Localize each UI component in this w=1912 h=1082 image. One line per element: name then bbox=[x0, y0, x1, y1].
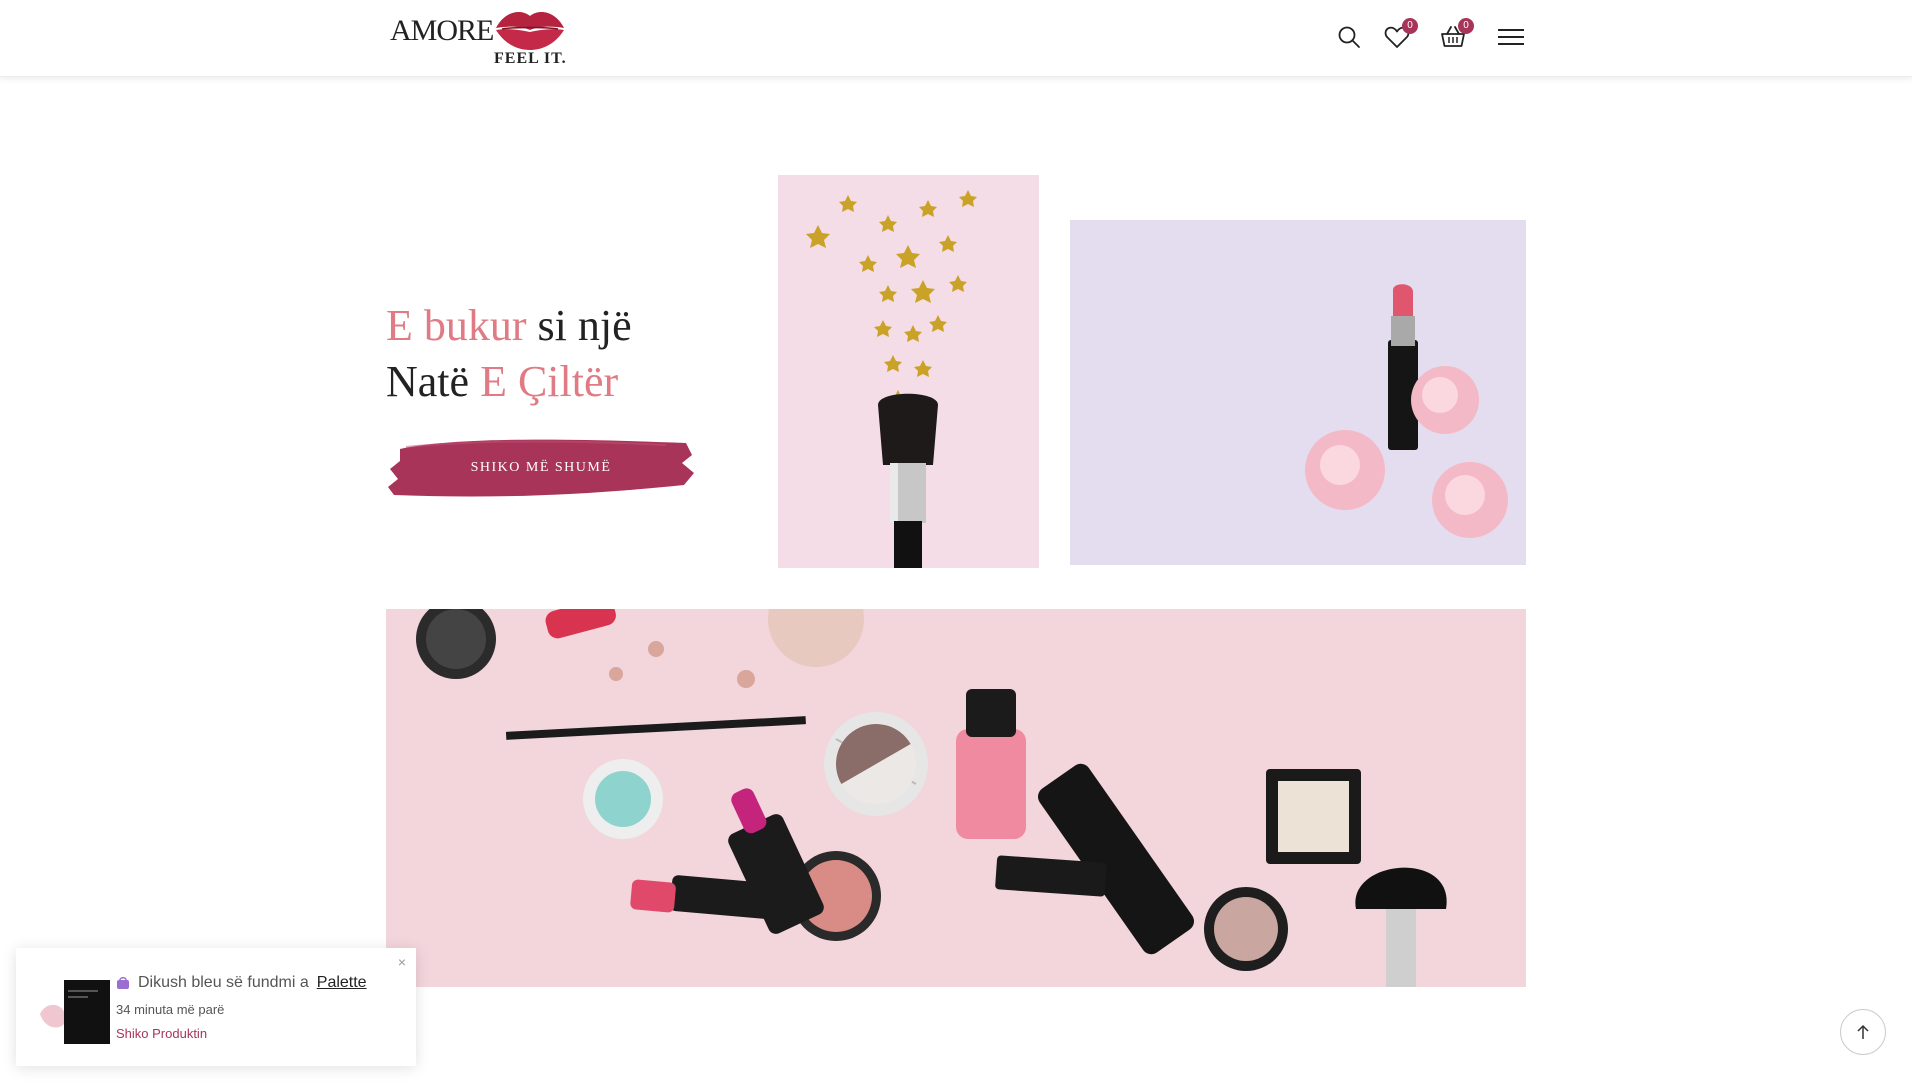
wishlist-count-badge: 0 bbox=[1402, 18, 1418, 34]
cart-count-badge: 0 bbox=[1458, 18, 1474, 34]
purchase-message-text: Dikush bleu së fundmi a bbox=[138, 974, 309, 991]
brush-glitter-image bbox=[778, 175, 1039, 568]
hero-title-text-2: Natë bbox=[386, 357, 470, 406]
view-product-link[interactable]: Shiko Produktin bbox=[116, 1026, 207, 1041]
product-thumbnail[interactable] bbox=[36, 970, 122, 1056]
wishlist-button[interactable]: 0 bbox=[1380, 18, 1418, 54]
purchased-product-link[interactable]: Palette bbox=[317, 974, 367, 992]
shopping-bag-icon bbox=[117, 977, 129, 989]
close-popup-button[interactable]: × bbox=[398, 954, 406, 970]
logo[interactable]: AMORE FEEL IT. bbox=[390, 4, 570, 70]
hero-title-accent-1: E bukur bbox=[386, 301, 527, 350]
shop-more-label: SHIKO MË SHUMË bbox=[470, 460, 612, 475]
hero-title-accent-2: E Çiltër bbox=[469, 357, 619, 406]
lipstick-flowers-image bbox=[1070, 220, 1526, 565]
scroll-to-top-button[interactable] bbox=[1840, 1009, 1886, 1055]
menu-icon bbox=[1498, 29, 1524, 45]
arrow-up-icon bbox=[1857, 1024, 1869, 1039]
shop-more-button[interactable]: SHIKO MË SHUMË bbox=[386, 433, 696, 503]
search-button[interactable] bbox=[1332, 20, 1366, 54]
hero-title: E bukur si një Natë E Çiltër bbox=[386, 298, 716, 410]
cart-button[interactable]: 0 bbox=[1436, 18, 1474, 54]
recent-purchase-popup: Dikush bleu së fundmi a Palette 34 minut… bbox=[16, 948, 416, 1066]
purchase-message: Dikush bleu së fundmi a Palette bbox=[116, 974, 367, 992]
hero-title-text-1: si një bbox=[526, 301, 632, 350]
logo-text: AMORE bbox=[390, 14, 494, 47]
search-icon bbox=[1338, 26, 1360, 48]
lips-logo-icon bbox=[496, 12, 564, 50]
logo-tagline: FEEL IT. bbox=[494, 50, 567, 67]
makeup-flatlay-image bbox=[386, 609, 1526, 987]
purchase-time: 34 minuta më parë bbox=[116, 1002, 225, 1017]
site-header: AMORE FEEL IT. 0 0 bbox=[0, 0, 1912, 77]
menu-button[interactable] bbox=[1494, 20, 1528, 54]
